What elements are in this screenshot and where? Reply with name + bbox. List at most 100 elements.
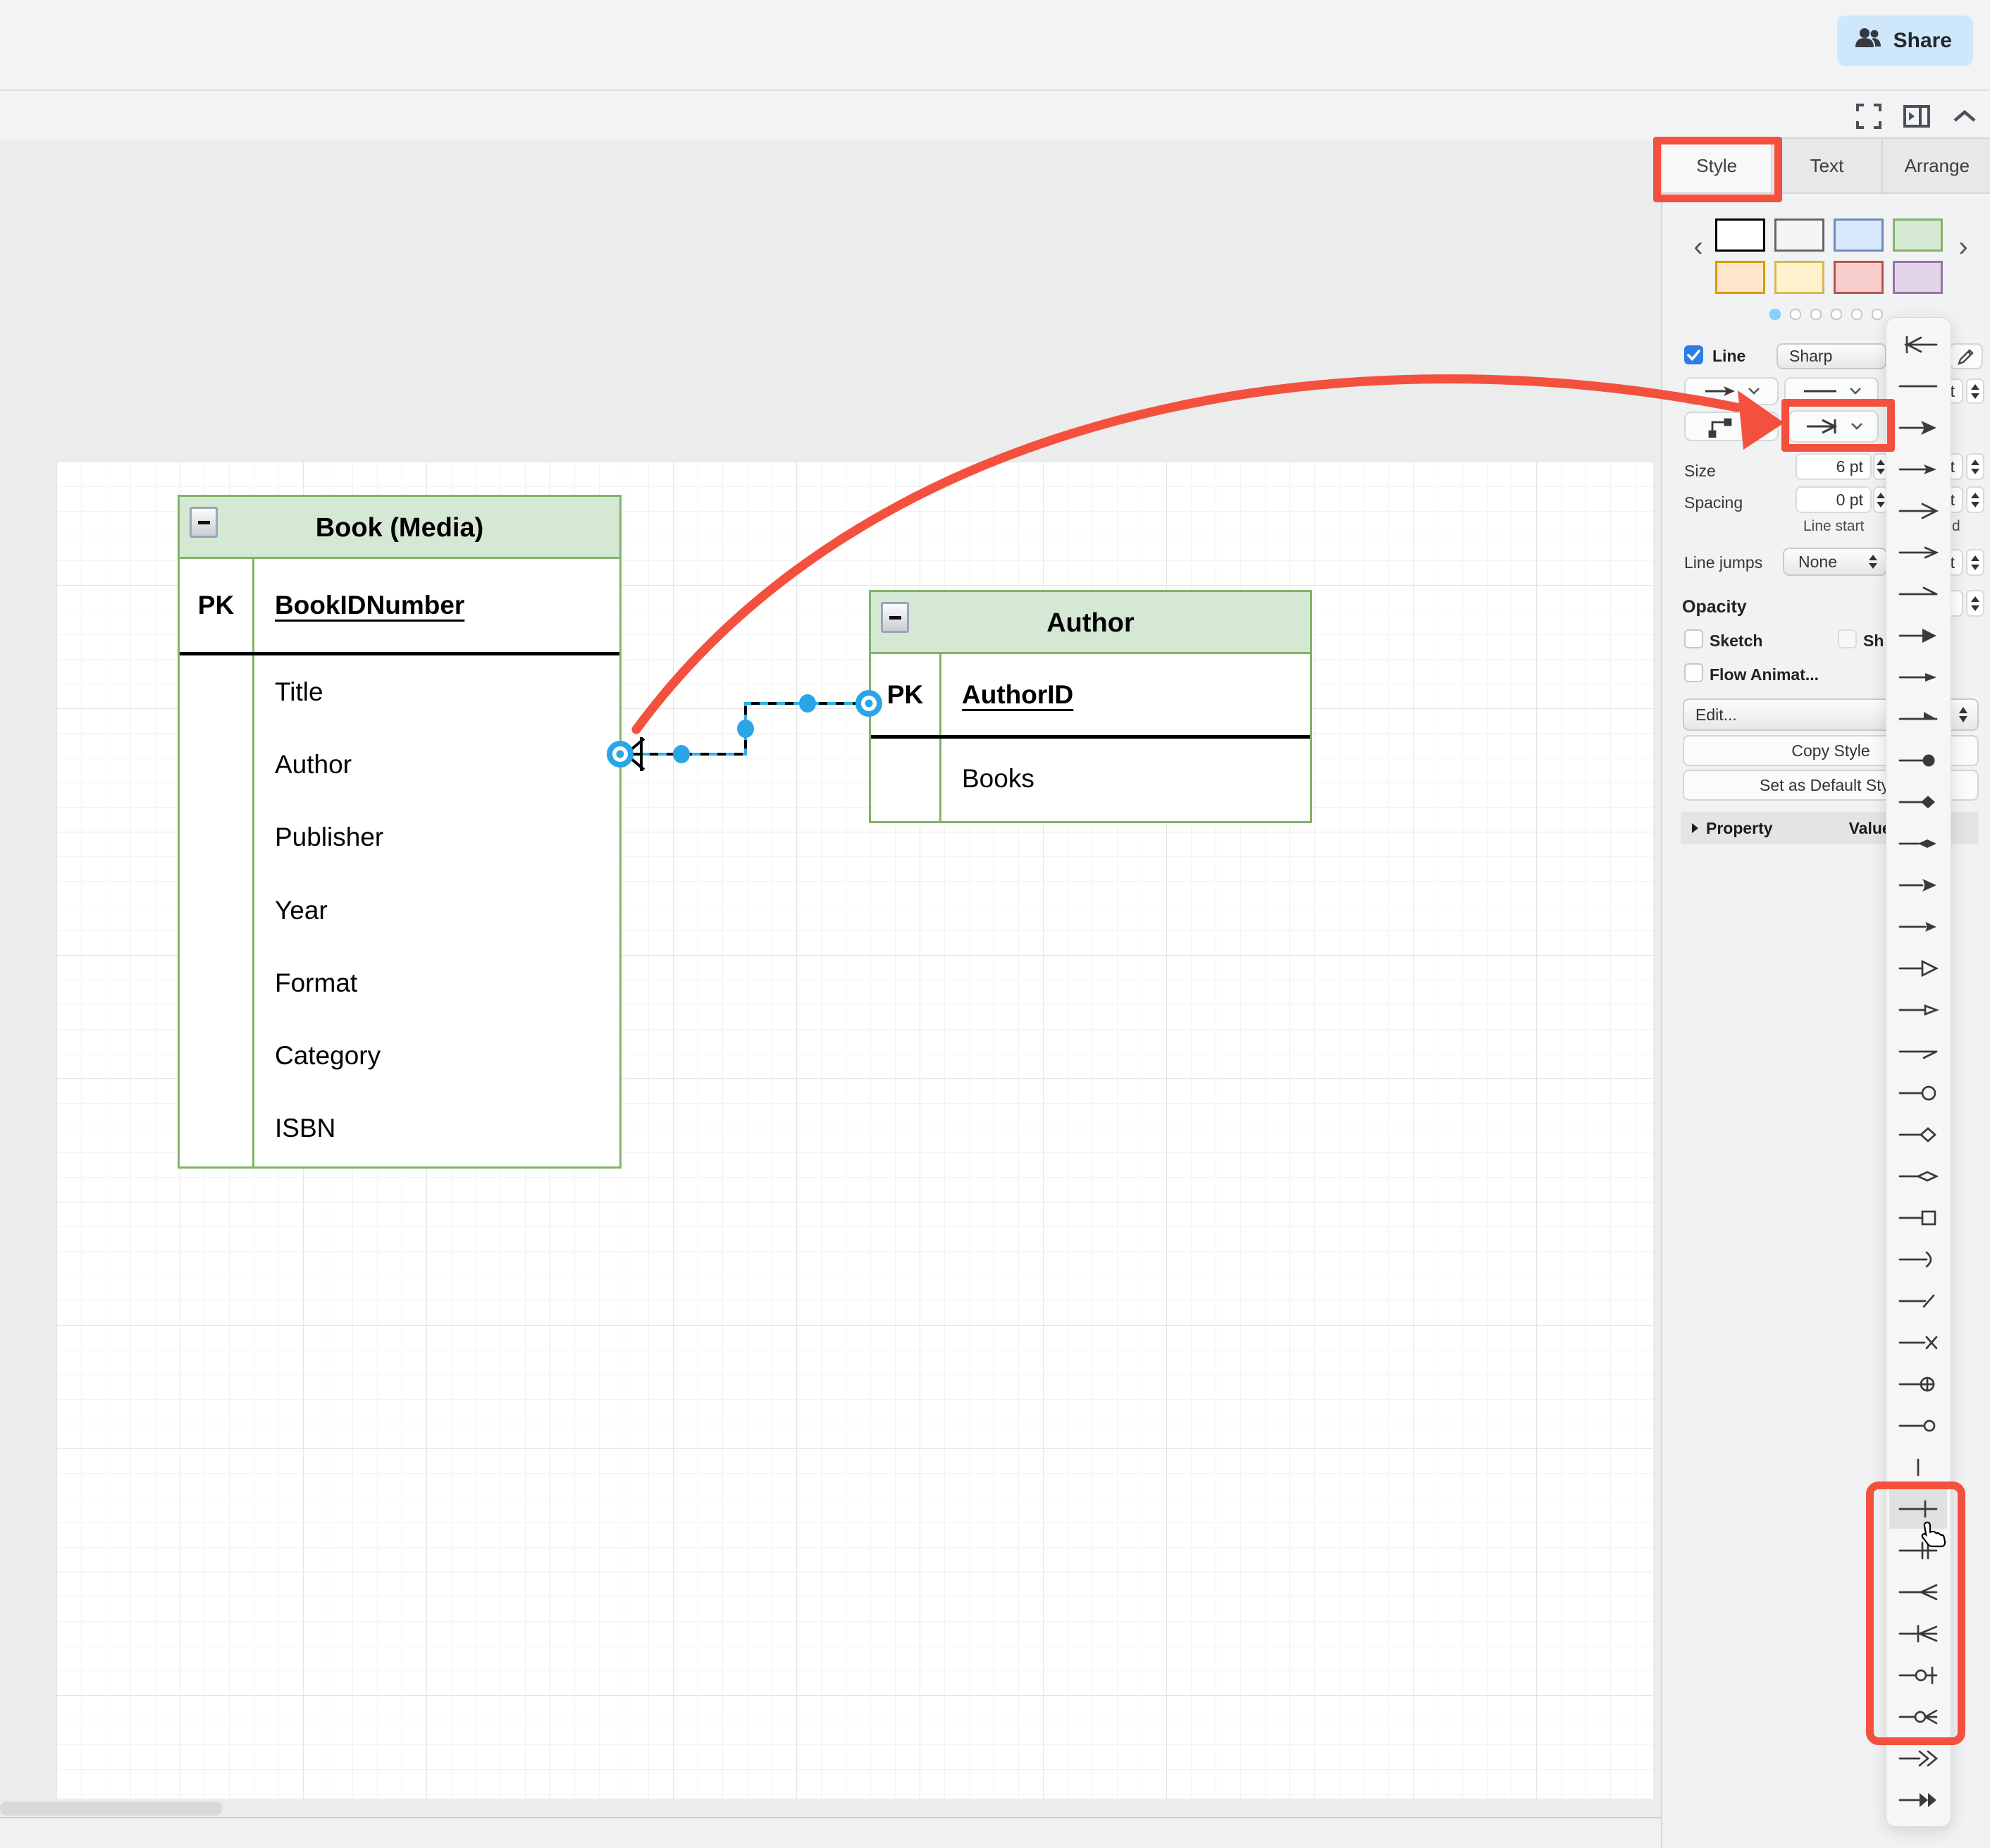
- tab-arrange[interactable]: Arrange: [1883, 139, 1990, 192]
- pager-dot[interactable]: [1810, 309, 1822, 320]
- pager-dot[interactable]: [1769, 309, 1781, 320]
- marker-option-dash-arrow-thin[interactable]: [1889, 907, 1947, 947]
- line-jumps-select[interactable]: None: [1783, 548, 1887, 576]
- end-spacing-stepper[interactable]: [1966, 486, 1984, 513]
- edit-style-pencil-button[interactable]: [1949, 343, 1983, 369]
- marker-option-block-open[interactable]: [1889, 949, 1947, 988]
- collapse-panel-icon[interactable]: [1901, 101, 1932, 132]
- style-swatch[interactable]: [1893, 218, 1943, 252]
- collapse-icon[interactable]: [190, 507, 218, 538]
- size-field[interactable]: 6 pt: [1796, 453, 1872, 480]
- field-name: Author: [252, 750, 352, 780]
- swatch-next-icon[interactable]: ›: [1951, 236, 1975, 260]
- marker-option-circle-small[interactable]: [1889, 1406, 1947, 1446]
- spacing-label: Spacing: [1684, 493, 1743, 512]
- marker-option-oval[interactable]: [1889, 741, 1947, 780]
- marker-option-block-open-thin[interactable]: [1889, 990, 1947, 1030]
- table-row[interactable]: Year: [180, 874, 619, 947]
- share-button[interactable]: Share: [1837, 16, 1973, 66]
- table-row[interactable]: ISBN: [180, 1092, 619, 1165]
- table-row[interactable]: Category: [180, 1020, 619, 1092]
- marker-option-half-arrow[interactable]: [1889, 574, 1947, 614]
- marker-option-classic[interactable]: [1889, 408, 1947, 448]
- updown-icon: [1959, 707, 1967, 722]
- expand-triangle-icon: [1691, 823, 1699, 834]
- waypoints-dropdown[interactable]: [1684, 412, 1779, 441]
- marker-option-diamond-thin-open[interactable]: [1889, 1157, 1947, 1196]
- marker-option-diamond[interactable]: [1889, 782, 1947, 822]
- chevron-up-icon[interactable]: [1949, 101, 1980, 132]
- tab-text[interactable]: Text: [1772, 139, 1882, 192]
- share-icon: [1854, 26, 1882, 56]
- style-swatch[interactable]: [1774, 218, 1824, 252]
- book-entity[interactable]: Book (Media) PK BookIDNumber Title Author…: [178, 495, 622, 1164]
- table-row[interactable]: Title: [180, 655, 619, 728]
- pager-dot[interactable]: [1851, 309, 1862, 320]
- marker-option-square-open[interactable]: [1889, 1198, 1947, 1238]
- line-checkbox[interactable]: [1684, 345, 1703, 364]
- style-swatch[interactable]: [1893, 261, 1943, 294]
- classic-icon: [1896, 418, 1941, 438]
- style-swatch[interactable]: [1715, 218, 1765, 252]
- marker-option-half-arrow-open[interactable]: [1889, 1032, 1947, 1071]
- line-width-stepper[interactable]: [1966, 378, 1984, 404]
- marker-option-dash-arrow[interactable]: [1889, 866, 1947, 905]
- chevron-down-icon: [1849, 387, 1862, 395]
- pager-dot[interactable]: [1790, 309, 1801, 320]
- author-entity[interactable]: Author PK AuthorID Books: [869, 590, 1312, 819]
- marker-option-classic-thin[interactable]: [1889, 450, 1947, 489]
- marker-option-cross[interactable]: [1889, 1323, 1947, 1362]
- marker-option-block[interactable]: [1889, 616, 1947, 655]
- book-entity-header[interactable]: Book (Media): [178, 495, 622, 561]
- marker-option-async[interactable]: [1889, 699, 1947, 739]
- marker-option-open[interactable]: [1889, 491, 1947, 531]
- line-start-caption: Line start: [1803, 518, 1864, 535]
- table-row[interactable]: Format: [180, 947, 619, 1019]
- marker-option-double-block[interactable]: [1889, 1780, 1947, 1820]
- table-row[interactable]: Books: [871, 739, 1310, 819]
- marker-option-circle-plus[interactable]: [1889, 1365, 1947, 1404]
- marker-option-open-thin[interactable]: [1889, 533, 1947, 572]
- marker-option-circle[interactable]: [1889, 1073, 1947, 1113]
- marker-option-none[interactable]: [1889, 366, 1947, 406]
- marker-option-bar-open-arrow[interactable]: [1889, 325, 1947, 364]
- line-style-select[interactable]: Sharp: [1776, 343, 1886, 369]
- table-row[interactable]: PK BookIDNumber: [180, 559, 619, 652]
- end-size-stepper[interactable]: [1966, 453, 1984, 480]
- block-open-icon: [1896, 959, 1941, 978]
- shadow-checkbox[interactable]: [1838, 629, 1857, 648]
- block-icon: [1896, 626, 1941, 646]
- connection-arrow-dropdown[interactable]: [1684, 377, 1779, 405]
- pager-dot[interactable]: [1831, 309, 1842, 320]
- double-block-icon: [1896, 1790, 1941, 1810]
- marker-option-diamond-thin[interactable]: [1889, 824, 1947, 863]
- updown-icon: [1869, 555, 1877, 569]
- table-row[interactable]: Author: [180, 728, 619, 801]
- opacity-stepper[interactable]: [1966, 590, 1984, 617]
- marker-option-block-thin[interactable]: [1889, 658, 1947, 697]
- horizontal-scrollbar[interactable]: [0, 1801, 223, 1816]
- line-end-caption-fragment: d: [1952, 518, 1960, 535]
- field-name: Title: [252, 677, 323, 707]
- fullscreen-icon[interactable]: [1853, 101, 1884, 132]
- line-jumps-label: Line jumps: [1684, 553, 1762, 572]
- field-name: ISBN: [252, 1114, 335, 1143]
- flow-animation-checkbox[interactable]: [1684, 663, 1703, 682]
- marker-option-curve[interactable]: [1889, 1240, 1947, 1279]
- style-swatch[interactable]: [1834, 261, 1884, 294]
- collapse-icon[interactable]: [881, 602, 909, 633]
- style-swatch[interactable]: [1774, 261, 1824, 294]
- pager-dot[interactable]: [1872, 309, 1883, 320]
- marker-option-diamond-open[interactable]: [1889, 1115, 1947, 1154]
- style-swatch[interactable]: [1834, 218, 1884, 252]
- table-row[interactable]: Publisher: [180, 801, 619, 874]
- jump-size-stepper[interactable]: [1966, 549, 1984, 576]
- swatch-prev-icon[interactable]: ‹: [1686, 236, 1710, 260]
- marker-option-dash[interactable]: [1889, 1281, 1947, 1321]
- style-swatch[interactable]: [1715, 261, 1765, 294]
- sketch-checkbox[interactable]: [1684, 629, 1703, 648]
- circle-icon: [1896, 1083, 1941, 1103]
- author-entity-header[interactable]: Author: [869, 590, 1312, 656]
- spacing-field[interactable]: 0 pt: [1796, 486, 1872, 513]
- table-row[interactable]: PK AuthorID: [871, 654, 1310, 735]
